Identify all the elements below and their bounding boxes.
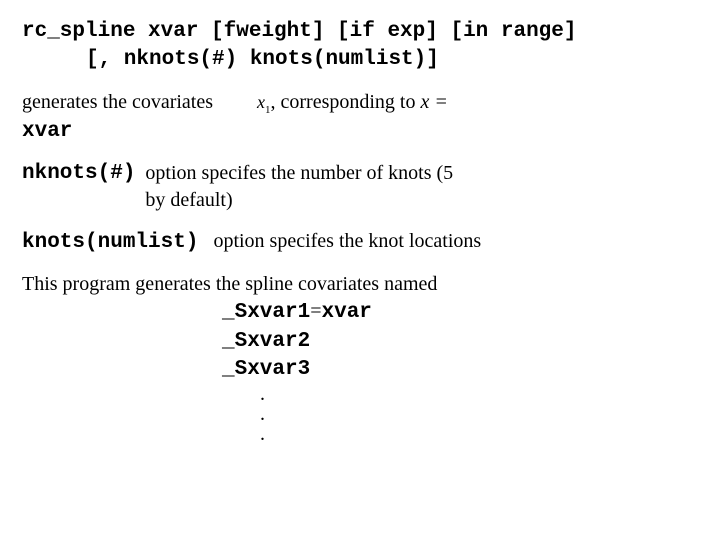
cov2: _Sxvar2	[222, 328, 310, 356]
cov1: _Sxvar1	[222, 299, 310, 327]
dot2: .	[222, 404, 704, 424]
nknots-desc: option specifes the number of knots (5 b…	[145, 160, 475, 214]
option-nknots: nknots(#) option specifes the number of …	[22, 160, 704, 214]
cov3: _Sxvar3	[222, 356, 310, 384]
generates-prefix: generates the covariates	[22, 91, 213, 113]
knots-label: knots(numlist)	[22, 231, 198, 254]
program-text: This program generates the spline covari…	[22, 271, 704, 298]
dot1: .	[222, 384, 704, 404]
syntax-line2: [, nknots(#) knots(numlist)]	[22, 46, 704, 74]
syntax-line1: rc_spline xvar [fweight] [if exp] [in ra…	[22, 18, 704, 46]
covariate-row-3: _Sxvar3	[222, 356, 704, 384]
gen-xeq: x =	[421, 91, 448, 113]
nknots-label: nknots(#)	[22, 160, 135, 188]
program-block: This program generates the spline covari…	[22, 271, 704, 444]
xvar-token: xvar	[22, 118, 704, 146]
covariate-list: _Sxvar1 = xvar _Sxvar2 _Sxvar3 . . .	[22, 298, 704, 444]
covariate-row-2: _Sxvar2	[222, 328, 704, 356]
dot3: .	[222, 424, 704, 444]
covariate-row-1: _Sxvar1 = xvar	[222, 298, 704, 327]
cov1-eq: =	[310, 298, 321, 325]
cov1-rhs: xvar	[322, 299, 372, 327]
math-x1: x	[257, 92, 265, 112]
option-knots: knots(numlist) option specifes the knot …	[22, 228, 704, 257]
generates-block: generates the covariates x1, correspondi…	[22, 89, 704, 146]
knots-desc: option specifes the knot locations	[213, 230, 481, 252]
syntax-block: rc_spline xvar [fweight] [if exp] [in ra…	[22, 18, 704, 75]
gen-overlap: , corresponding to	[271, 91, 421, 113]
